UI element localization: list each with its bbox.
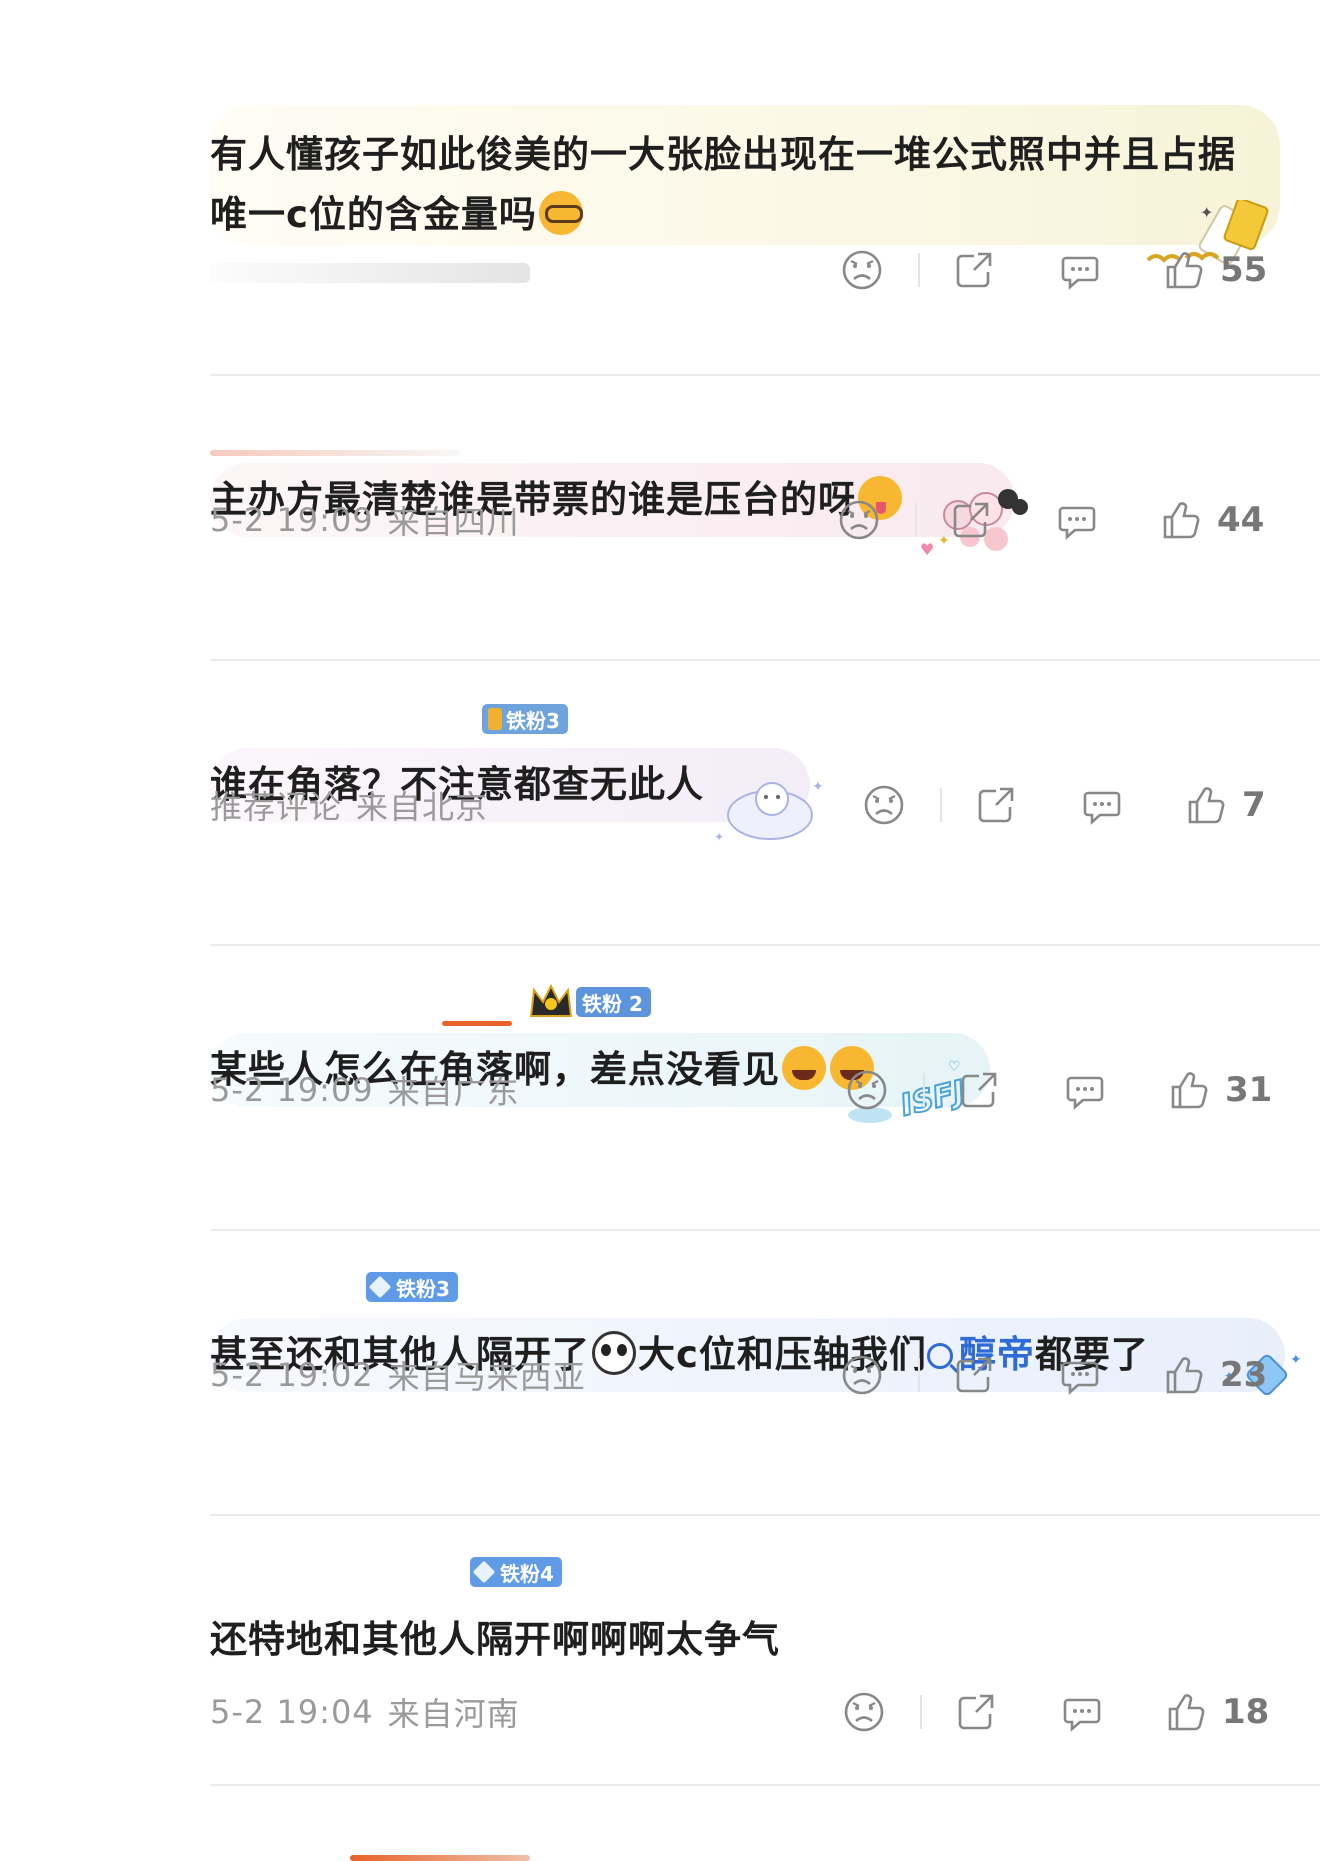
like-count: 44: [1217, 500, 1265, 540]
comment-actions: 31: [845, 1065, 1310, 1115]
laughing-tears-emoji: [782, 1046, 826, 1090]
svg-text:✦: ✦: [714, 830, 724, 844]
fan-level-badge[interactable]: 铁粉 2: [576, 987, 651, 1017]
next-username-blur: [350, 1855, 530, 1861]
comment-actions: 55: [840, 245, 1310, 295]
comment-time: 5-2 19:09: [210, 1071, 374, 1109]
comment-meta: 5-2 19:02 来自马来西亚: [210, 1350, 586, 1400]
like-count: 7: [1242, 785, 1266, 825]
like-thumbs-up-icon[interactable]: [1167, 1068, 1211, 1112]
comment-item: 有人懂孩子如此俊美的一大张脸出现在一堆公式照中并且占据 唯一c位的含金量吗 ✦ …: [210, 105, 1320, 375]
comment-actions: 23: [840, 1350, 1310, 1400]
comment-tag: 推荐评论: [210, 788, 343, 826]
action-separator: [918, 253, 920, 287]
fan-level-badge[interactable]: 铁粉3: [366, 1272, 458, 1302]
divider: [210, 1784, 1320, 1786]
diamond-icon: [368, 1275, 392, 1299]
like-count: 31: [1225, 1070, 1273, 1110]
diamond-icon: [472, 1560, 496, 1584]
comment-item: 主办方最清楚谁是带票的谁是压台的呀 ♥ ✦ 5-2 19:09 来自四川 44: [210, 375, 1320, 660]
action-separator: [920, 1695, 922, 1729]
comment-text-line: 有人懂孩子如此俊美的一大张脸出现在一堆公式照中并且占据: [210, 133, 1236, 176]
share-icon[interactable]: [952, 248, 996, 292]
dislike-face-icon[interactable]: [837, 498, 881, 542]
share-icon[interactable]: [949, 498, 993, 542]
share-icon[interactable]: [954, 1690, 998, 1734]
svg-text:✦: ✦: [812, 779, 824, 795]
comment-location: 来自广东: [387, 1073, 520, 1111]
fan-badge-row: 铁粉3: [366, 1270, 458, 1304]
reply-comment-icon[interactable]: [1055, 498, 1099, 542]
dislike-face-icon[interactable]: [845, 1068, 889, 1112]
nerd-face-emoji: [538, 191, 583, 235]
crown-icon: [529, 983, 573, 1017]
dislike-face-icon[interactable]: [840, 248, 884, 292]
fan-badge-row: 铁粉 2: [528, 983, 651, 1019]
like-count: 23: [1220, 1355, 1268, 1395]
comment-meta: 5-2 19:09 来自四川: [210, 495, 520, 545]
comment-text: 还特地和其他人隔开啊啊啊太争气: [210, 1618, 780, 1661]
like-thumbs-up-icon[interactable]: [1162, 248, 1206, 292]
action-separator: [915, 503, 917, 537]
fan-badge-row: 铁粉3: [482, 702, 568, 736]
comment-location: 来自北京: [356, 788, 489, 826]
comment-item: 铁粉3 谁在角落？不注意都查无此人 ✦ ✦ 推荐评论 来自北京 7: [210, 660, 1320, 945]
comment-location: 来自马来西亚: [387, 1358, 586, 1396]
share-icon[interactable]: [952, 1353, 996, 1397]
reply-comment-icon[interactable]: [1080, 783, 1124, 827]
fan-badge-row: 铁粉4: [470, 1555, 562, 1589]
comment-location: 来自河南: [387, 1695, 520, 1733]
like-thumbs-up-icon[interactable]: [1162, 1353, 1206, 1397]
dislike-face-icon[interactable]: [842, 1690, 886, 1734]
share-icon[interactable]: [957, 1068, 1001, 1112]
comment-item: 铁粉 2 某些人怎么在角落啊，差点没看见 ISFJ ♡ 5-2 19:09 来自…: [210, 945, 1320, 1230]
action-separator: [923, 1073, 925, 1107]
comment-meta: 5-2 19:09 来自广东: [210, 1065, 520, 1115]
panda-emoji: [592, 1331, 636, 1375]
comment-actions: 7: [862, 780, 1312, 830]
comment-time: 5-2 19:09: [210, 501, 374, 539]
reply-comment-icon[interactable]: [1058, 248, 1102, 292]
comment-actions: 18: [842, 1687, 1312, 1737]
username-blur: [442, 1021, 512, 1026]
dislike-face-icon[interactable]: [840, 1353, 884, 1397]
reply-comment-icon[interactable]: [1063, 1068, 1107, 1112]
action-separator: [918, 1358, 920, 1392]
comment-time: 5-2 19:02: [210, 1356, 374, 1394]
like-count: 18: [1222, 1692, 1270, 1732]
trophy-icon: [488, 708, 502, 730]
dislike-face-icon[interactable]: [862, 783, 906, 827]
comment-feed: 有人懂孩子如此俊美的一大张脸出现在一堆公式照中并且占据 唯一c位的含金量吗 ✦ …: [0, 0, 1320, 1861]
cat-cloud-decoration-icon: ✦ ✦: [714, 779, 824, 844]
comment-text-line: 唯一c位的含金量吗: [210, 185, 1236, 245]
comment-meta: 5-2 19:04 来自河南: [210, 1687, 520, 1737]
like-thumbs-up-icon[interactable]: [1184, 783, 1228, 827]
like-count: 55: [1220, 250, 1268, 290]
comment-time: 5-2 19:04: [210, 1693, 374, 1731]
like-thumbs-up-icon[interactable]: [1159, 498, 1203, 542]
username-blur: [210, 263, 530, 283]
fan-level-badge[interactable]: 铁粉4: [470, 1557, 562, 1587]
comment-item: 铁粉3 甚至还和其他人隔开了 大c位和压轴我们 醇帝都要了 ✦ ✦ 5-2 19:0…: [210, 1230, 1320, 1515]
action-separator: [940, 788, 942, 822]
fan-level-badge[interactable]: 铁粉3: [482, 704, 568, 734]
reply-comment-icon[interactable]: [1058, 1353, 1102, 1397]
reply-comment-icon[interactable]: [1060, 1690, 1104, 1734]
share-icon[interactable]: [974, 783, 1018, 827]
comment-location: 来自四川: [387, 503, 520, 541]
comment-meta: 推荐评论 来自北京: [210, 780, 488, 830]
comment-text: 有人懂孩子如此俊美的一大张脸出现在一堆公式照中并且占据 唯一c位的含金量吗: [210, 125, 1236, 245]
like-thumbs-up-icon[interactable]: [1164, 1690, 1208, 1734]
username-blur: [210, 450, 460, 456]
comment-item: 铁粉4 还特地和其他人隔开啊啊啊太争气 5-2 19:04 来自河南 18: [210, 1515, 1320, 1785]
comment-actions: 44: [837, 495, 1307, 545]
svg-text:✦: ✦: [1200, 203, 1213, 222]
